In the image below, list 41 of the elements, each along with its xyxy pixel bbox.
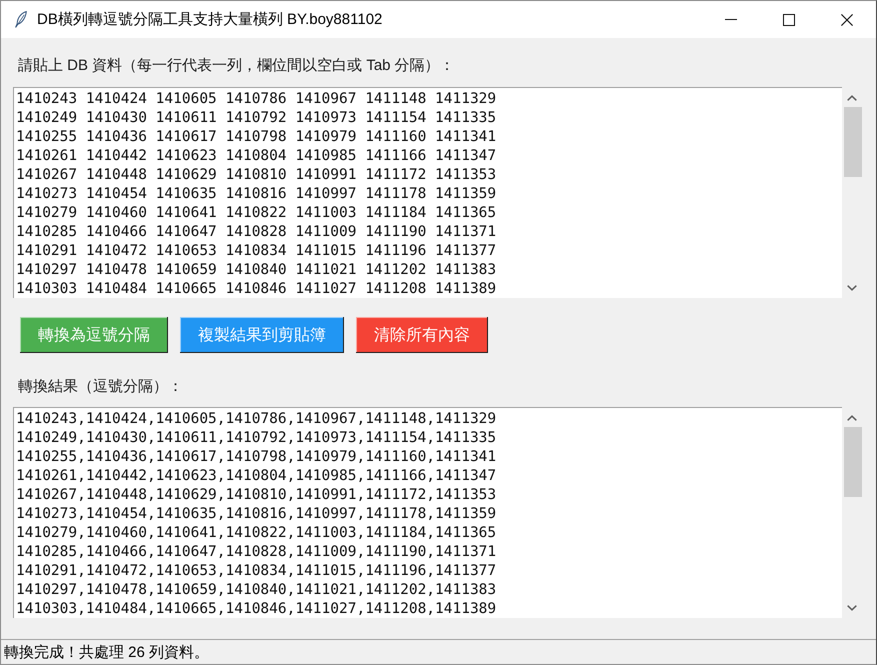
action-button[interactable]: 複製結果到剪貼簿 [180,317,344,353]
text-line: 1410279,1410460,1410641,1410822,1411003,1411184,1411365 [16,524,498,543]
text-line: 1410297,1410478,1410659,1410840,1411021,1411202,1411383 [16,581,498,600]
text-line: 1410273 1410454 1410635 1410816 1410997 1411178 1411359 [16,185,498,204]
field-label: 請貼上 DB 資料（每一行代表一列，欄位間以空白或 Tab 分隔）： [18,56,456,76]
text-line: 1410249 1410430 1410611 1410792 1410973 1411154 1411335 [16,109,498,128]
text-line: 1410261,1410442,1410623,1410804,1410985,1411166,1411347 [16,467,498,486]
text-line: 1410291,1410472,1410653,1410834,1411015,1411196,1411377 [16,562,498,581]
action-button[interactable]: 清除所有內容 [356,317,488,353]
text-line: 1410297 1410478 1410659 1410840 1411021 1411202 1411383 [16,261,498,280]
status-text: 轉換完成！共處理 26 列資料。 [4,642,210,662]
feather-icon [15,11,27,28]
maximize-icon [783,14,795,26]
text-line: 1410255 1410436 1410617 1410798 1410979 1411160 1411341 [16,128,498,147]
text-line: 1410291 1410472 1410653 1410834 1411015 1411196 1411377 [16,242,498,261]
scrollbar-thumb[interactable] [844,107,862,177]
chevron-up-icon[interactable] [847,415,857,421]
text-line: 1410285,1410466,1410647,1410828,1411009,1411190,1411371 [16,543,498,562]
action-button[interactable]: 轉換為逗號分隔 [20,317,168,353]
close-icon [841,14,853,26]
text-line: 1410279 1410460 1410641 1410822 1411003 1411184 1411365 [16,204,498,223]
text-line: 1410273,1410454,1410635,1410816,1410997,1411178,1411359 [16,505,498,524]
text-line: 1410285 1410466 1410647 1410828 1411009 1411190 1411371 [16,223,498,242]
chevron-up-icon[interactable] [847,95,857,101]
scrollbar-thumb[interactable] [844,427,862,497]
output-text-area[interactable] [13,407,842,618]
text-line: 1410303 1410484 1410665 1410846 1411027 1411208 1411389 [16,280,498,298]
input-text-area[interactable] [13,87,842,298]
text-line: 1410261 1410442 1410623 1410804 1410985 1411166 1411347 [16,147,498,166]
chevron-down-icon[interactable] [847,605,857,611]
text-line: 1410255,1410436,1410617,1410798,1410979,1411160,1411341 [16,448,498,467]
minimize-icon [725,19,737,20]
text-line: 1410243,1410424,1410605,1410786,1410967,1411148,1411329 [16,410,498,429]
window-title: DB橫列轉逗號分隔工具支持大量橫列 BY.boy881102 [37,10,382,29]
chevron-down-icon[interactable] [847,285,857,291]
text-line: 1410243 1410424 1410605 1410786 1410967 1411148 1411329 [16,90,498,109]
text-line: 1410267 1410448 1410629 1410810 1410991 1411172 1411353 [16,166,498,185]
field-label: 轉換結果（逗號分隔）： [18,377,184,397]
text-line: 1410267,1410448,1410629,1410810,1410991,1411172,1411353 [16,486,498,505]
text-line: 1410249,1410430,1410611,1410792,1410973,1411154,1411335 [16,429,498,448]
text-line: 1410303,1410484,1410665,1410846,1411027,1411208,1411389 [16,600,498,618]
